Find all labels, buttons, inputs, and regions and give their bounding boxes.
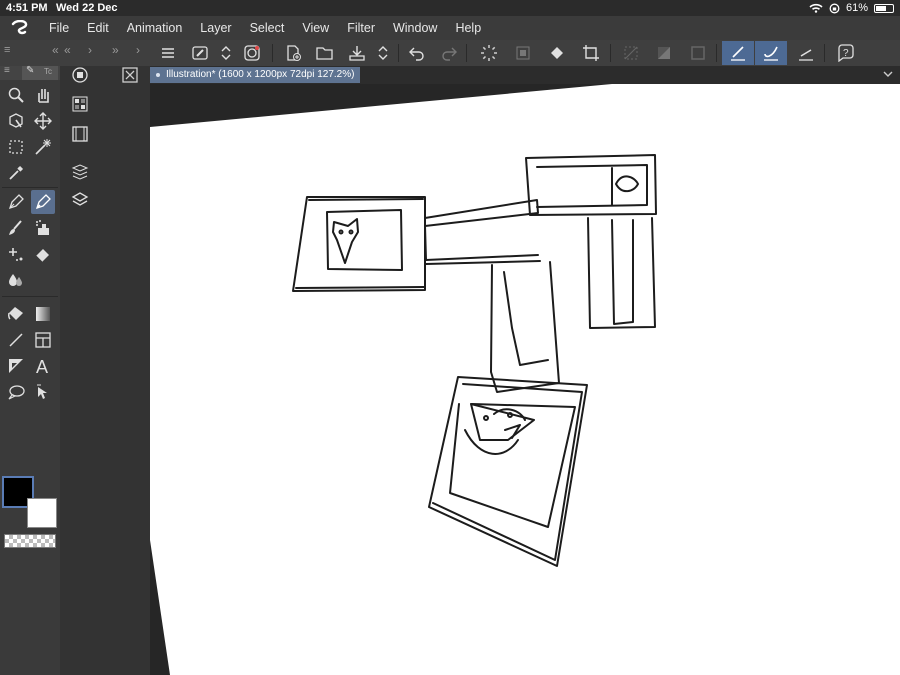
- updown-icon[interactable]: [213, 41, 239, 65]
- side-panel: [60, 66, 150, 675]
- menu-edit[interactable]: Edit: [78, 16, 118, 40]
- move-tool-icon[interactable]: [31, 109, 55, 133]
- decoration-tool-icon[interactable]: [4, 242, 28, 266]
- redo-icon[interactable]: [436, 41, 462, 65]
- airbrush-tool-icon[interactable]: [31, 216, 55, 240]
- crop-icon[interactable]: [578, 41, 604, 65]
- clear-icon[interactable]: [510, 41, 536, 65]
- wifi-icon: [809, 3, 823, 13]
- document-tab[interactable]: Illustration* (1600 x 1200px 72dpi 127.2…: [150, 67, 361, 83]
- expand-icon[interactable]: ›: [136, 43, 140, 57]
- close-panel-icon[interactable]: [118, 63, 142, 87]
- brush-tool-icon[interactable]: [4, 216, 28, 240]
- layer-property-icon[interactable]: [68, 160, 92, 184]
- figure-tool-icon[interactable]: [4, 328, 28, 352]
- updown-icon[interactable]: [370, 41, 396, 65]
- save-icon[interactable]: [344, 41, 370, 65]
- menu-file[interactable]: File: [40, 16, 78, 40]
- clip-studio-logo-icon[interactable]: [0, 16, 40, 40]
- collapse-left-icon[interactable]: «: [52, 43, 59, 57]
- document-tab-label: Illustration* (1600 x 1200px 72dpi 127.2…: [166, 69, 355, 80]
- menu-animation[interactable]: Animation: [118, 16, 192, 40]
- pen-tool-icon[interactable]: [4, 190, 28, 214]
- loading-icon[interactable]: [476, 41, 502, 65]
- document-tab-bar: Illustration* (1600 x 1200px 72dpi 127.2…: [150, 66, 900, 84]
- layers-icon[interactable]: [68, 188, 92, 212]
- pen-tab-icon: ✎: [26, 65, 35, 76]
- chevron-right-icon[interactable]: ›: [88, 43, 92, 57]
- ruler-tool-icon[interactable]: [4, 354, 28, 378]
- status-time: 4:51 PM: [6, 2, 48, 14]
- canvas-area: Illustration* (1600 x 1200px 72dpi 127.2…: [150, 66, 900, 675]
- collapse-right-icon[interactable]: »: [112, 43, 119, 57]
- zoom-tool-icon[interactable]: [4, 83, 28, 107]
- blend-tool-icon[interactable]: [4, 268, 28, 292]
- correct-line-tool-icon[interactable]: [31, 380, 55, 404]
- text-tool-icon[interactable]: A: [31, 354, 55, 378]
- animation-timeline-icon[interactable]: [68, 122, 92, 146]
- select-border-icon[interactable]: [685, 41, 711, 65]
- quick-access-icon[interactable]: [239, 41, 265, 65]
- chevron-down-icon[interactable]: [882, 68, 894, 80]
- pencil-tool-icon[interactable]: [31, 190, 55, 214]
- fill-icon[interactable]: [544, 41, 570, 65]
- select-none-icon[interactable]: [618, 41, 644, 65]
- menu-layer[interactable]: Layer: [191, 16, 240, 40]
- eyedropper-tool-icon[interactable]: [4, 161, 28, 185]
- tool-panel-tab-label: Tc: [44, 67, 52, 76]
- invert-icon[interactable]: [651, 41, 677, 65]
- frame-tool-icon[interactable]: [31, 328, 55, 352]
- orientation-lock-icon: [829, 3, 840, 13]
- svg-text:?: ?: [843, 48, 849, 59]
- stroke-curve-icon[interactable]: [755, 41, 787, 65]
- operation-tool-icon[interactable]: [4, 109, 28, 133]
- tool-panel: ≡ ✎ Tc A: [0, 65, 60, 675]
- battery-percent: 61%: [845, 2, 868, 14]
- canvas-paper: [150, 84, 900, 675]
- menu-filter[interactable]: Filter: [338, 16, 384, 40]
- brush-size-icon[interactable]: [187, 41, 213, 65]
- status-date: Wed 22 Dec: [56, 2, 118, 14]
- menu-view[interactable]: View: [293, 16, 338, 40]
- svg-text:A: A: [36, 357, 48, 375]
- modified-dot-icon: [156, 73, 160, 77]
- menu-select[interactable]: Select: [241, 16, 294, 40]
- color-set-icon[interactable]: [68, 92, 92, 116]
- status-bar: 4:51 PM Wed 22 Dec 61%: [0, 0, 900, 16]
- panel-menu-icon[interactable]: ≡: [4, 65, 10, 76]
- open-folder-icon[interactable]: [312, 41, 338, 65]
- hand-tool-icon[interactable]: [31, 83, 55, 107]
- battery-icon: [874, 3, 894, 13]
- clip-studio-window: 4:51 PM Wed 22 Dec 61% File Edit Animati…: [0, 0, 900, 675]
- undo-icon[interactable]: [404, 41, 430, 65]
- drawing-canvas[interactable]: [150, 84, 900, 675]
- new-canvas-icon[interactable]: [280, 41, 306, 65]
- navigator-icon[interactable]: [68, 63, 92, 87]
- menu-window[interactable]: Window: [384, 16, 446, 40]
- eraser-tool-icon[interactable]: [31, 242, 55, 266]
- auto-select-tool-icon[interactable]: [31, 135, 55, 159]
- menu-icon[interactable]: [155, 41, 181, 65]
- transparent-color-swatch[interactable]: [4, 534, 56, 548]
- menu-bar: File Edit Animation Layer Select View Fi…: [0, 16, 900, 40]
- chevron-left-icon[interactable]: «: [64, 43, 71, 57]
- menu-help[interactable]: Help: [446, 16, 490, 40]
- sub-color-swatch[interactable]: [27, 498, 57, 528]
- selection-tool-icon[interactable]: [4, 135, 28, 159]
- ruler-icon[interactable]: [793, 41, 819, 65]
- fill-tool-icon[interactable]: [4, 302, 28, 326]
- gradient-tool-icon[interactable]: [31, 302, 55, 326]
- balloon-tool-icon[interactable]: [4, 380, 28, 404]
- stroke-brush-icon[interactable]: [722, 41, 754, 65]
- panel-collapse-icon[interactable]: ≡: [4, 44, 10, 56]
- help-icon[interactable]: ?: [832, 41, 858, 65]
- tool-panel-header: ≡ ✎ Tc: [0, 65, 60, 80]
